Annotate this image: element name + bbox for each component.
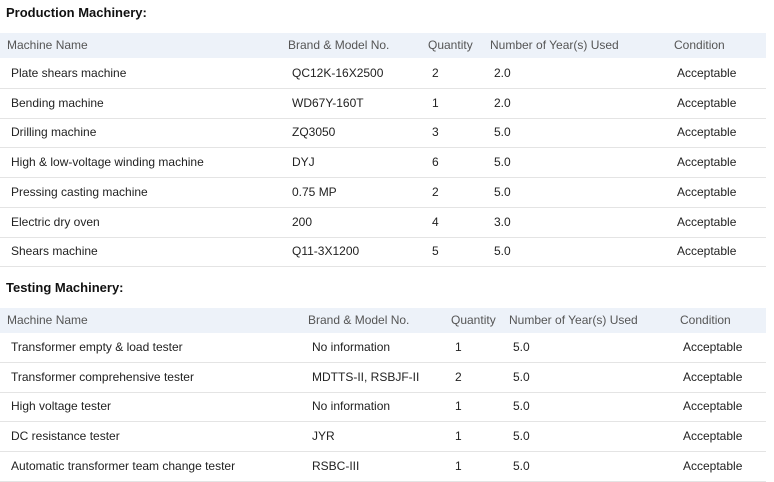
quantity-cell: 1 <box>455 340 462 354</box>
machine-name-cell: Drilling machine <box>11 125 97 140</box>
years-used-cell: 5.0 <box>494 125 511 140</box>
brand-model-cell: JYR <box>312 429 335 444</box>
table-row: Electric dry oven 200 4 3.0 Acceptable <box>0 208 766 238</box>
years-used-header: Number of Year(s) Used <box>490 38 619 52</box>
years-used-cell: 2.0 <box>494 95 511 110</box>
brand-model-cell: 200 <box>292 214 313 229</box>
table-row: Shears machine Q11-3X1200 5 5.0 Acceptable <box>0 237 766 268</box>
brand-model-cell: QC12K-16X2500 <box>292 66 384 80</box>
table-row: DC resistance tester JYR 1 5.0 Acceptable <box>0 422 766 453</box>
condition-cell: Acceptable <box>683 429 743 444</box>
quantity-cell: 3 <box>432 125 439 140</box>
quantity-cell: 1 <box>432 95 439 110</box>
quantity-cell: 2 <box>455 369 462 384</box>
table-row: Drilling machine ZQ3050 3 5.0 Acceptable <box>0 118 766 149</box>
quantity-cell: 6 <box>432 155 439 170</box>
years-used-cell: 2.0 <box>494 66 511 80</box>
brand-model-cell: DYJ <box>292 155 315 170</box>
table-row: Transformer comprehensive tester MDTTS-II… <box>0 363 766 393</box>
machine-name-cell: Transformer empty & load tester <box>11 340 183 354</box>
machine-name-cell: DC resistance tester <box>11 429 120 444</box>
machine-name-cell: Electric dry oven <box>11 214 100 229</box>
years-used-cell: 3.0 <box>494 214 511 229</box>
machine-name-cell: Transformer comprehensive tester <box>11 369 194 384</box>
years-used-cell: 5.0 <box>513 429 530 444</box>
condition-cell: Acceptable <box>677 214 737 229</box>
quantity-cell: 4 <box>432 214 439 229</box>
years-used-cell: 5.0 <box>494 244 511 259</box>
brand-model-cell: No information <box>312 340 391 354</box>
machine-name-cell: Bending machine <box>11 95 104 110</box>
table-row: Plate shears machine QC12K-16X2500 2 2.0 Acc… <box>0 59 766 89</box>
condition-cell: Acceptable <box>683 340 743 354</box>
brand-model-header: Brand & Model No. <box>288 38 390 52</box>
years-used-cell: 5.0 <box>494 155 511 170</box>
machine-name-cell: Automatic transformer team change tester <box>11 458 236 473</box>
quantity-header: Quantity <box>451 313 496 327</box>
condition-cell: Acceptable <box>683 399 743 414</box>
condition-header: Condition <box>680 313 731 327</box>
machine-name-cell: High voltage tester <box>11 399 112 414</box>
testing-machinery-title: Testing Machinery: <box>6 280 124 295</box>
table-row: Transformer empty & load tester No inform… <box>0 333 766 363</box>
years-used-cell: 5.0 <box>513 340 530 354</box>
years-used-cell: 5.0 <box>494 184 511 199</box>
years-used-cell: 5.0 <box>513 399 530 414</box>
brand-model-cell: MDTTS-II, RSBJF-II <box>312 369 420 384</box>
brand-model-cell: ZQ3050 <box>292 125 336 140</box>
table-row: Automatic transformer team change tester… <box>0 452 766 482</box>
machine-name-header: Machine Name <box>7 38 88 52</box>
machine-name-cell: Plate shears machine <box>11 66 127 80</box>
brand-model-cell: 0.75 MP <box>292 184 337 199</box>
machine-name-cell: Shears machine <box>11 244 98 259</box>
machine-name-cell: Pressing casting machine <box>11 184 148 199</box>
quantity-header: Quantity <box>428 38 473 52</box>
production-table-header: Machine Name Brand & Model No. Quantity Num… <box>0 33 766 58</box>
condition-cell: Acceptable <box>677 66 737 80</box>
quantity-cell: 1 <box>455 429 462 444</box>
condition-cell: Acceptable <box>677 244 737 259</box>
machine-name-cell: High & low-voltage winding machine <box>11 155 204 170</box>
condition-header: Condition <box>674 38 725 52</box>
table-row: High voltage tester No information 1 5.0 Acc… <box>0 392 766 423</box>
condition-cell: Acceptable <box>677 155 737 170</box>
years-used-cell: 5.0 <box>513 458 530 473</box>
quantity-cell: 1 <box>455 399 462 414</box>
brand-model-cell: WD67Y-160T <box>292 95 364 110</box>
production-machinery-title: Production Machinery: <box>6 5 147 20</box>
table-row: Pressing casting machine 0.75 MP 2 5.0 Accep… <box>0 178 766 208</box>
condition-cell: Acceptable <box>683 458 743 473</box>
table-row: High & low-voltage winding machine DYJ 6 5.… <box>0 148 766 179</box>
brand-model-cell: No information <box>312 399 391 414</box>
quantity-cell: 1 <box>455 458 462 473</box>
years-used-cell: 5.0 <box>513 369 530 384</box>
quantity-cell: 5 <box>432 244 439 259</box>
machine-name-header: Machine Name <box>7 313 88 327</box>
condition-cell: Acceptable <box>677 125 737 140</box>
testing-table-header: Machine Name Brand & Model No. Quantity Num… <box>0 308 766 333</box>
condition-cell: Acceptable <box>677 184 737 199</box>
brand-model-cell: RSBC-III <box>312 458 360 473</box>
quantity-cell: 2 <box>432 66 439 80</box>
brand-model-header: Brand & Model No. <box>308 313 410 327</box>
quantity-cell: 2 <box>432 184 439 199</box>
condition-cell: Acceptable <box>677 95 737 110</box>
condition-cell: Acceptable <box>683 369 743 384</box>
brand-model-cell: Q11-3X1200 <box>292 244 360 259</box>
table-row: Bending machine WD67Y-160T 1 2.0 Acceptable <box>0 89 766 119</box>
years-used-header: Number of Year(s) Used <box>509 313 638 327</box>
